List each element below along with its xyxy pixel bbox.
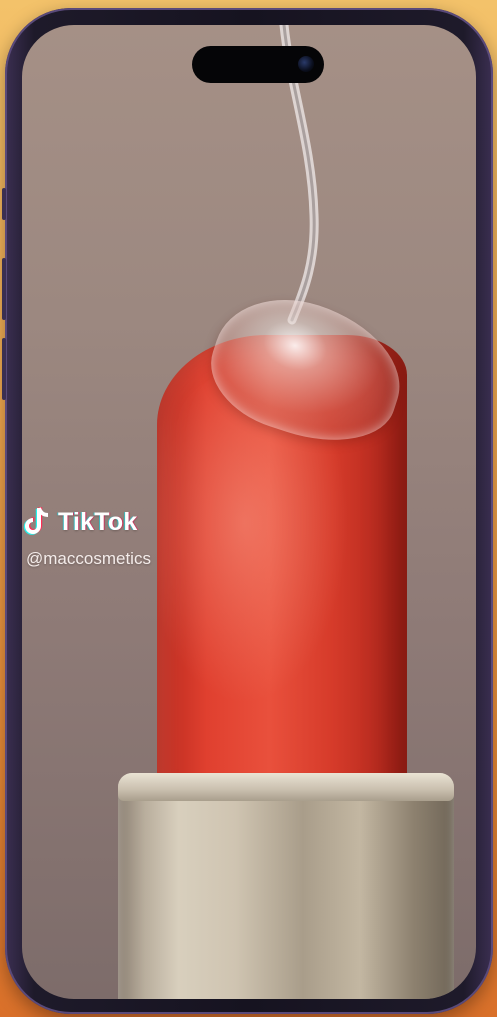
creator-handle: @maccosmetics xyxy=(26,549,151,568)
volume-down-button xyxy=(2,338,6,400)
volume-up-button xyxy=(2,258,6,320)
lipstick-tube-rim xyxy=(118,773,454,801)
dynamic-island xyxy=(192,46,324,83)
action-button xyxy=(2,188,6,220)
tiktok-note-icon xyxy=(23,507,49,535)
phone-frame: TikTok @maccosmetics xyxy=(2,8,493,1014)
tiktok-watermark: TikTok xyxy=(22,505,137,539)
tiktok-brand-label: TikTok xyxy=(58,507,138,536)
camera-icon xyxy=(298,56,314,72)
lipstick-tube xyxy=(118,773,454,999)
video-screen[interactable]: TikTok @maccosmetics xyxy=(22,25,476,999)
